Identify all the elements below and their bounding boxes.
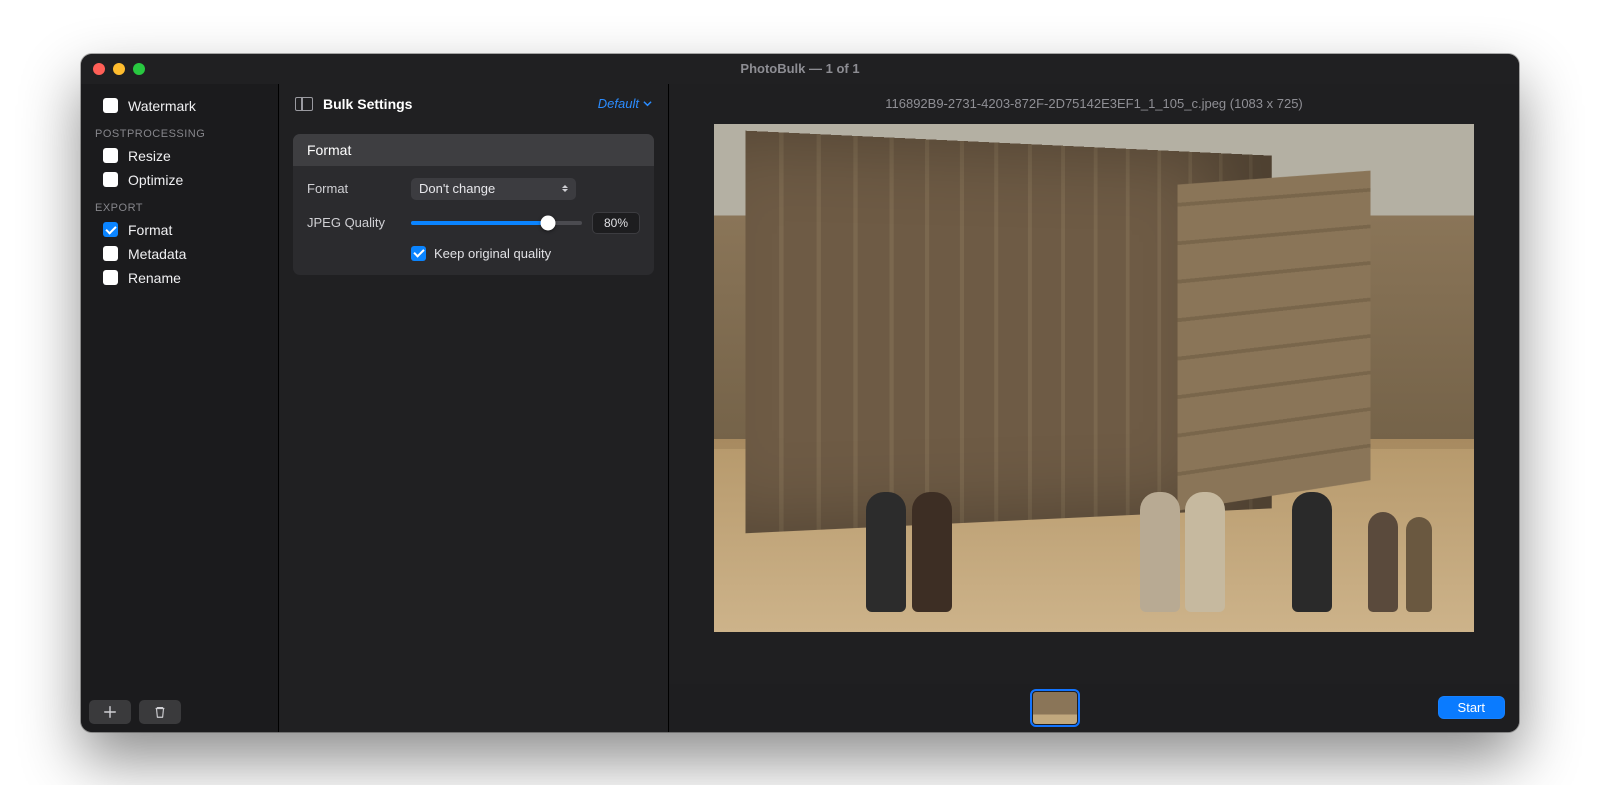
checkbox-watermark[interactable] [103,98,118,113]
main-body: Watermark POSTPROCESSING Resize Optimize… [81,84,1519,732]
keep-original-row[interactable]: Keep original quality [411,246,640,261]
window-title: PhotoBulk — 1 of 1 [81,61,1519,76]
quality-row: JPEG Quality 80% [307,212,640,234]
quality-label: JPEG Quality [307,215,397,230]
close-window-button[interactable] [93,63,105,75]
sidebar-item-label: Resize [128,148,171,164]
keep-original-label: Keep original quality [434,246,551,261]
chevron-down-icon [643,99,652,108]
add-button[interactable] [89,700,131,724]
format-row: Format Don't change [307,178,640,200]
checkbox-format[interactable] [103,222,118,237]
sidebar: Watermark POSTPROCESSING Resize Optimize… [81,84,279,732]
checkbox-optimize[interactable] [103,172,118,187]
sidebar-item-format[interactable]: Format [81,218,278,242]
format-select-value: Don't change [419,181,495,196]
settings-panel: Bulk Settings Default Format Format Don'… [279,84,669,732]
quality-slider[interactable] [411,221,582,225]
plus-icon [103,705,117,719]
sidebar-item-label: Rename [128,270,181,286]
settings-header: Bulk Settings Default [279,84,668,124]
format-card: Format Format Don't change JPEG Quality [293,134,654,275]
settings-body: Format Format Don't change JPEG Quality [279,124,668,285]
sidebar-group-export: EXPORT [81,192,278,218]
sidebar-item-metadata[interactable]: Metadata [81,242,278,266]
settings-title: Bulk Settings [323,96,588,112]
sidebar-item-optimize[interactable]: Optimize [81,168,278,192]
checkbox-resize[interactable] [103,148,118,163]
checkbox-metadata[interactable] [103,246,118,261]
preview-image-wrap [669,124,1519,684]
traffic-lights [93,63,145,75]
sidebar-item-watermark[interactable]: Watermark [81,94,278,118]
sidebar-item-label: Format [128,222,172,238]
checkbox-keep-original[interactable] [411,246,426,261]
format-label: Format [307,181,397,196]
format-select[interactable]: Don't change [411,178,576,200]
sidebar-item-label: Watermark [128,98,196,114]
updown-icon [562,185,568,192]
app-window: PhotoBulk — 1 of 1 Watermark POSTPROCESS… [81,54,1519,732]
preset-label: Default [598,96,639,111]
delete-button[interactable] [139,700,181,724]
sidebar-group-postprocessing: POSTPROCESSING [81,118,278,144]
slider-thumb[interactable] [540,215,555,230]
thumbnail-1[interactable] [1033,692,1077,724]
sidebar-list: Watermark POSTPROCESSING Resize Optimize… [81,84,278,692]
quality-value[interactable]: 80% [592,212,640,234]
thumbnail-strip [683,692,1428,724]
sidebar-item-resize[interactable]: Resize [81,144,278,168]
sidebar-item-label: Metadata [128,246,186,262]
sidebar-item-rename[interactable]: Rename [81,266,278,290]
preview-image [714,124,1474,633]
card-title: Format [293,134,654,166]
checkbox-rename[interactable] [103,270,118,285]
start-button[interactable]: Start [1438,696,1505,719]
minimize-window-button[interactable] [113,63,125,75]
panel-icon [295,97,313,111]
preset-dropdown[interactable]: Default [598,96,652,111]
slider-fill [411,221,548,225]
fullscreen-window-button[interactable] [133,63,145,75]
trash-icon [153,705,167,719]
preview-footer: Start [669,684,1519,732]
preview-filename: 116892B9-2731-4203-872F-2D75142E3EF1_1_1… [669,84,1519,124]
sidebar-item-label: Optimize [128,172,183,188]
preview-pane: 116892B9-2731-4203-872F-2D75142E3EF1_1_1… [669,84,1519,732]
sidebar-footer [81,692,278,732]
titlebar: PhotoBulk — 1 of 1 [81,54,1519,84]
